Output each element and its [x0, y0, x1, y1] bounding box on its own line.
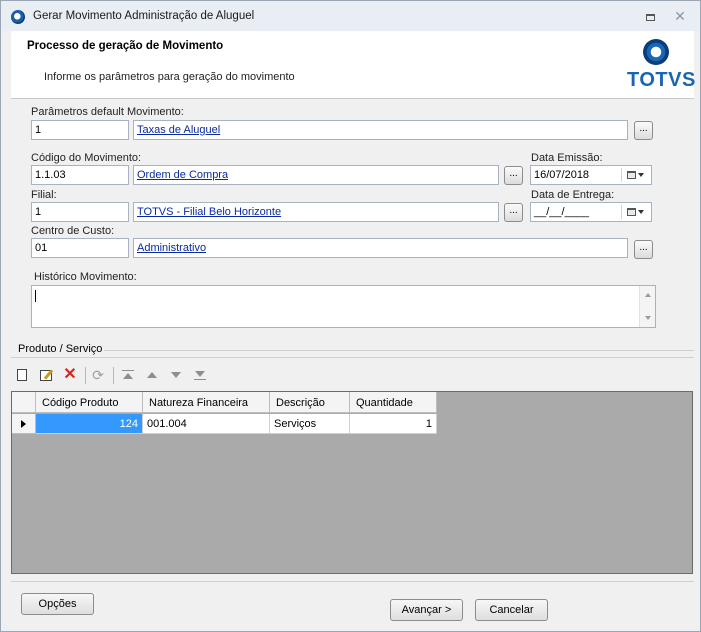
delete-button[interactable]: ✕: [61, 365, 79, 385]
calendar-icon: [627, 171, 636, 179]
header-subtitle: Informe os parâmetros para geração do mo…: [44, 71, 295, 83]
avancar-button[interactable]: Avançar >: [390, 599, 463, 621]
chevron-down-icon: [638, 210, 644, 214]
parametros-code-input[interactable]: 1: [31, 120, 129, 140]
cell-descricao[interactable]: Serviços: [270, 414, 350, 434]
scroll-up-icon[interactable]: [645, 293, 651, 297]
data-entrega-picker[interactable]: __/__/____: [530, 202, 652, 222]
codigo-movimento-browse-button[interactable]: ...: [504, 166, 523, 185]
chevron-down-icon: [638, 173, 644, 177]
refresh-icon: ⟳: [92, 367, 104, 383]
filial-desc-link[interactable]: TOTVS - Filial Belo Horizonte: [133, 202, 499, 222]
new-button[interactable]: [13, 365, 31, 385]
wizard-header: Processo de geração de Movimento Informe…: [11, 31, 696, 99]
group-divider: [104, 350, 694, 351]
move-down-icon: [171, 372, 181, 378]
scroll-down-icon[interactable]: [645, 316, 651, 320]
toolbar-separator: [85, 367, 86, 384]
cell-natureza[interactable]: 001.004: [143, 414, 270, 434]
title-bar: Gerar Movimento Administração de Aluguel…: [1, 1, 700, 31]
historico-textarea[interactable]: [31, 285, 656, 328]
parametros-browse-button[interactable]: ...: [634, 121, 653, 140]
row-pointer-icon: [21, 420, 26, 428]
totvs-logo-text: TOTVS: [627, 69, 696, 91]
filial-code-input[interactable]: 1: [31, 202, 129, 222]
data-emissao-picker[interactable]: 16/07/2018: [530, 165, 652, 185]
table-row[interactable]: 124 001.004 Serviços 1: [12, 414, 437, 434]
cell-quantidade[interactable]: 1: [350, 414, 437, 434]
window-title: Gerar Movimento Administração de Aluguel: [33, 10, 255, 22]
column-header-natureza[interactable]: Natureza Financeira: [143, 392, 270, 413]
move-up-button[interactable]: [143, 365, 161, 385]
filial-label: Filial:: [31, 189, 57, 201]
historico-label: Histórico Movimento:: [34, 271, 137, 283]
calendar-icon: [627, 208, 636, 216]
move-first-button[interactable]: [119, 365, 137, 385]
column-header-codigo[interactable]: Código Produto: [36, 392, 143, 413]
parametros-desc-link[interactable]: Taxas de Aluguel: [133, 120, 628, 140]
produto-servico-group-label: Produto / Serviço: [18, 343, 103, 355]
text-caret: [35, 290, 36, 302]
data-emissao-dropdown[interactable]: [621, 168, 649, 182]
dialog-window: Gerar Movimento Administração de Aluguel…: [0, 0, 701, 632]
restore-button[interactable]: [639, 9, 661, 25]
move-last-icon: [194, 370, 206, 380]
codigo-movimento-label: Código do Movimento:: [31, 152, 142, 164]
header-title: Processo de geração de Movimento: [27, 40, 224, 52]
data-emissao-label: Data Emissão:: [531, 152, 603, 164]
new-icon: [17, 369, 27, 381]
app-icon: [11, 10, 25, 24]
data-entrega-dropdown[interactable]: [621, 205, 649, 219]
restore-icon: [645, 13, 655, 21]
data-entrega-value: __/__/____: [534, 206, 590, 218]
codigo-movimento-desc-link[interactable]: Ordem de Compra: [133, 165, 499, 185]
move-down-button[interactable]: [167, 365, 185, 385]
produtos-toolbar: ✕ ⟳: [11, 365, 694, 387]
delete-icon: ✕: [63, 366, 77, 383]
historico-scrollbar[interactable]: [639, 286, 655, 327]
move-first-icon: [122, 370, 134, 380]
edit-button[interactable]: [37, 365, 55, 385]
produtos-grid[interactable]: Código Produto Natureza Financeira Descr…: [11, 391, 693, 574]
opcoes-button[interactable]: Opções: [21, 593, 94, 615]
grid-header: Código Produto Natureza Financeira Descr…: [12, 392, 437, 413]
centro-custo-browse-button[interactable]: ...: [634, 240, 653, 259]
toolbar-separator: [113, 367, 114, 384]
filial-browse-button[interactable]: ...: [504, 203, 523, 222]
centro-custo-code-input[interactable]: 01: [31, 238, 129, 258]
close-button[interactable]: ✕: [669, 8, 691, 24]
move-last-button[interactable]: [191, 365, 209, 385]
cell-codigo[interactable]: 124: [36, 414, 143, 434]
column-header-quantidade[interactable]: Quantidade: [350, 392, 437, 413]
edit-icon: [40, 369, 52, 381]
codigo-movimento-code-input[interactable]: 1.1.03: [31, 165, 129, 185]
totvs-logo-icon: [643, 39, 669, 65]
data-entrega-label: Data de Entrega:: [531, 189, 615, 201]
data-emissao-value: 16/07/2018: [534, 169, 590, 181]
group-divider: [11, 357, 694, 358]
refresh-button[interactable]: ⟳: [89, 365, 107, 385]
grid-corner: [12, 392, 36, 413]
centro-custo-label: Centro de Custo:: [31, 225, 115, 237]
move-up-icon: [147, 372, 157, 378]
footer-divider: [11, 581, 694, 582]
column-header-descricao[interactable]: Descrição: [270, 392, 350, 413]
cancelar-button[interactable]: Cancelar: [475, 599, 548, 621]
parametros-label: Parâmetros default Movimento:: [31, 106, 184, 118]
centro-custo-desc-link[interactable]: Administrativo: [133, 238, 628, 258]
row-indicator[interactable]: [12, 414, 36, 434]
